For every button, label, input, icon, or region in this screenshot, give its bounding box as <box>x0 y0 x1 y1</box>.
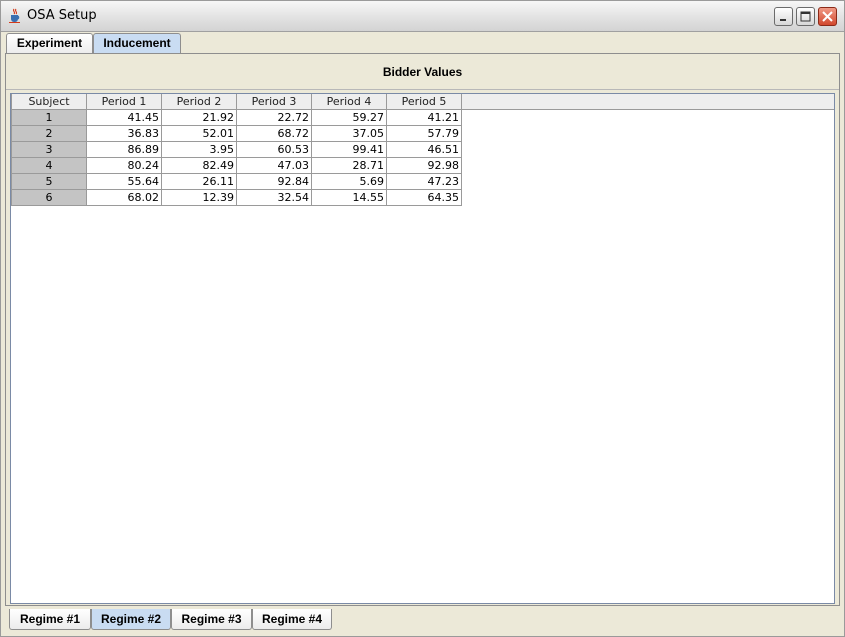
column-header-subject[interactable]: Subject <box>11 94 87 110</box>
tab-regime-2[interactable]: Regime #2 <box>91 609 171 630</box>
subject-cell[interactable]: 6 <box>11 189 87 206</box>
inducement-panel: Bidder Values Subject Period 1 Period 2 … <box>5 53 840 606</box>
value-cell[interactable]: 12.39 <box>161 189 237 206</box>
tab-regime-4[interactable]: Regime #4 <box>252 609 332 630</box>
panel-title: Bidder Values <box>382 65 463 79</box>
column-header-period-1[interactable]: Period 1 <box>86 94 162 110</box>
value-cell[interactable]: 80.24 <box>86 157 162 174</box>
title-bar[interactable]: OSA Setup <box>1 1 844 32</box>
bidder-values-table[interactable]: Subject Period 1 Period 2 Period 3 Perio… <box>11 94 462 206</box>
value-cell[interactable]: 92.98 <box>386 157 462 174</box>
table-header-filler <box>461 94 834 110</box>
value-cell[interactable]: 36.83 <box>86 125 162 142</box>
column-header-period-4[interactable]: Period 4 <box>311 94 387 110</box>
subject-cell[interactable]: 3 <box>11 141 87 158</box>
value-cell[interactable]: 92.84 <box>236 173 312 190</box>
panel-divider <box>6 89 839 90</box>
osa-setup-window: OSA Setup Experiment Inducement Bidder V… <box>0 0 845 637</box>
value-cell[interactable]: 21.92 <box>161 109 237 126</box>
table-row: 1 41.45 21.92 22.72 59.27 41.21 <box>11 109 462 126</box>
value-cell[interactable]: 32.54 <box>236 189 312 206</box>
value-cell[interactable]: 99.41 <box>311 141 387 158</box>
value-cell[interactable]: 5.69 <box>311 173 387 190</box>
value-cell[interactable]: 46.51 <box>386 141 462 158</box>
table-row: 6 68.02 12.39 32.54 14.55 64.35 <box>11 189 462 206</box>
minimize-button[interactable] <box>774 7 793 26</box>
minimize-icon <box>780 19 786 21</box>
maximize-button[interactable] <box>796 7 815 26</box>
java-cup-icon <box>9 8 20 23</box>
tab-experiment[interactable]: Experiment <box>6 33 93 54</box>
column-header-period-2[interactable]: Period 2 <box>161 94 237 110</box>
close-icon <box>822 11 833 22</box>
value-cell[interactable]: 82.49 <box>161 157 237 174</box>
tab-inducement[interactable]: Inducement <box>93 33 181 54</box>
value-cell[interactable]: 64.35 <box>386 189 462 206</box>
column-header-period-5[interactable]: Period 5 <box>386 94 462 110</box>
value-cell[interactable]: 28.71 <box>311 157 387 174</box>
tab-regime-3[interactable]: Regime #3 <box>171 609 252 630</box>
value-cell[interactable]: 14.55 <box>311 189 387 206</box>
value-cell[interactable]: 68.72 <box>236 125 312 142</box>
subject-cell[interactable]: 1 <box>11 109 87 126</box>
table-row: 5 55.64 26.11 92.84 5.69 47.23 <box>11 173 462 190</box>
value-cell[interactable]: 41.21 <box>386 109 462 126</box>
value-cell[interactable]: 47.03 <box>236 157 312 174</box>
value-cell[interactable]: 3.95 <box>161 141 237 158</box>
value-cell[interactable]: 47.23 <box>386 173 462 190</box>
value-cell[interactable]: 55.64 <box>86 173 162 190</box>
subject-cell[interactable]: 4 <box>11 157 87 174</box>
value-cell[interactable]: 22.72 <box>236 109 312 126</box>
value-cell[interactable]: 37.05 <box>311 125 387 142</box>
column-header-period-3[interactable]: Period 3 <box>236 94 312 110</box>
value-cell[interactable]: 41.45 <box>86 109 162 126</box>
value-cell[interactable]: 57.79 <box>386 125 462 142</box>
value-cell[interactable]: 26.11 <box>161 173 237 190</box>
maximize-icon <box>800 11 811 22</box>
table-header-row: Subject Period 1 Period 2 Period 3 Perio… <box>11 94 462 110</box>
subject-cell[interactable]: 2 <box>11 125 87 142</box>
table-row: 4 80.24 82.49 47.03 28.71 92.98 <box>11 157 462 174</box>
window-title: OSA Setup <box>27 8 97 23</box>
value-cell[interactable]: 52.01 <box>161 125 237 142</box>
value-cell[interactable]: 86.89 <box>86 141 162 158</box>
table-row: 2 36.83 52.01 68.72 37.05 57.79 <box>11 125 462 142</box>
table-row: 3 86.89 3.95 60.53 99.41 46.51 <box>11 141 462 158</box>
tab-regime-1[interactable]: Regime #1 <box>9 609 91 630</box>
bidder-values-scrollpane[interactable]: Subject Period 1 Period 2 Period 3 Perio… <box>10 93 835 604</box>
value-cell[interactable]: 60.53 <box>236 141 312 158</box>
value-cell[interactable]: 59.27 <box>311 109 387 126</box>
value-cell[interactable]: 68.02 <box>86 189 162 206</box>
subject-cell[interactable]: 5 <box>11 173 87 190</box>
close-button[interactable] <box>818 7 837 26</box>
